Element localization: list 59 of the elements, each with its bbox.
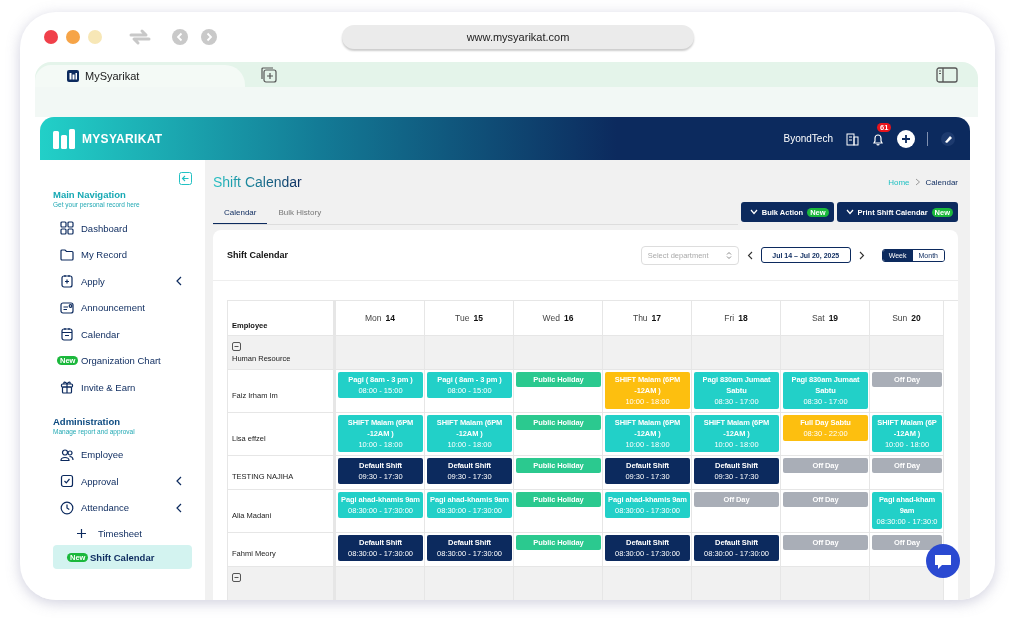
nav-item[interactable]: My Record (40, 241, 205, 268)
site-logo-icon (67, 70, 79, 82)
nav-icon (60, 380, 74, 395)
chat-icon[interactable] (926, 544, 960, 578)
collapse-icon[interactable] (232, 573, 241, 582)
browser-tab[interactable]: MySyarikat (35, 65, 245, 87)
day-header: Tue 15 (455, 313, 483, 323)
nav-item[interactable]: Calendar (40, 321, 205, 348)
chevron-icon (175, 276, 183, 287)
company-name[interactable]: ByondTech (783, 133, 833, 144)
nav-item[interactable]: Attendance (40, 494, 205, 521)
page-title: Shift Calendar (213, 174, 302, 190)
nav-item[interactable]: Apply (40, 268, 205, 295)
tab[interactable]: Calendar (213, 204, 268, 224)
sort-icon (725, 250, 732, 260)
nav-icon (60, 247, 74, 262)
nav-item[interactable]: Dashboard (40, 215, 205, 242)
breadcrumb-link[interactable]: Calendar (925, 177, 958, 187)
nav-icon (60, 274, 74, 289)
window-controls-icon[interactable] (42, 28, 104, 46)
nav-item[interactable]: Announcement (40, 294, 205, 321)
nav-item[interactable]: Invite & Earn (40, 374, 205, 401)
day-header: Thu 17 (632, 313, 662, 323)
avatar-icon[interactable] (940, 131, 956, 146)
nav-icon (60, 447, 74, 462)
nav-icon (60, 500, 74, 515)
tab[interactable]: Bulk History (267, 204, 333, 224)
logo-icon (53, 128, 75, 149)
day-header: Mon 14 (365, 313, 395, 323)
nav-item[interactable]: Employee (40, 441, 205, 468)
nav-item[interactable]: Approval (40, 468, 205, 495)
day-header: Sat 19 (811, 313, 839, 323)
section-title: Main Navigation (53, 189, 127, 200)
bell-icon[interactable] (871, 131, 885, 146)
chevron-icon (175, 502, 183, 513)
chevron-icon (175, 476, 183, 487)
building-icon[interactable] (845, 131, 859, 146)
section-title: Administration (53, 415, 122, 427)
chevron-down-icon (749, 209, 758, 215)
chevron-icon (914, 178, 921, 186)
new-tab-icon[interactable] (261, 66, 277, 83)
chevron-down-icon (845, 209, 854, 215)
card-title: Shift Calendar (227, 250, 288, 260)
next-icon[interactable] (858, 250, 865, 260)
day-header: Fri 18 (724, 313, 748, 323)
brand-name: MYSYARIKAT (82, 131, 163, 146)
day-header: Wed 16 (542, 313, 574, 323)
sidebar-toggle-icon[interactable] (936, 66, 958, 83)
day-header: Sun 20 (892, 313, 921, 323)
nav-icon (60, 474, 74, 489)
plus-icon (77, 528, 86, 538)
nav-icon (60, 300, 74, 315)
nav-subitem[interactable]: Timesheet (53, 521, 192, 545)
nav-icon (60, 327, 74, 342)
address-bar[interactable]: www.mysyarikat.com (342, 25, 694, 49)
nav-icon (60, 221, 74, 236)
collapse-icon[interactable] (232, 342, 241, 351)
previous-icon[interactable] (746, 250, 753, 260)
add-icon[interactable] (897, 129, 915, 148)
